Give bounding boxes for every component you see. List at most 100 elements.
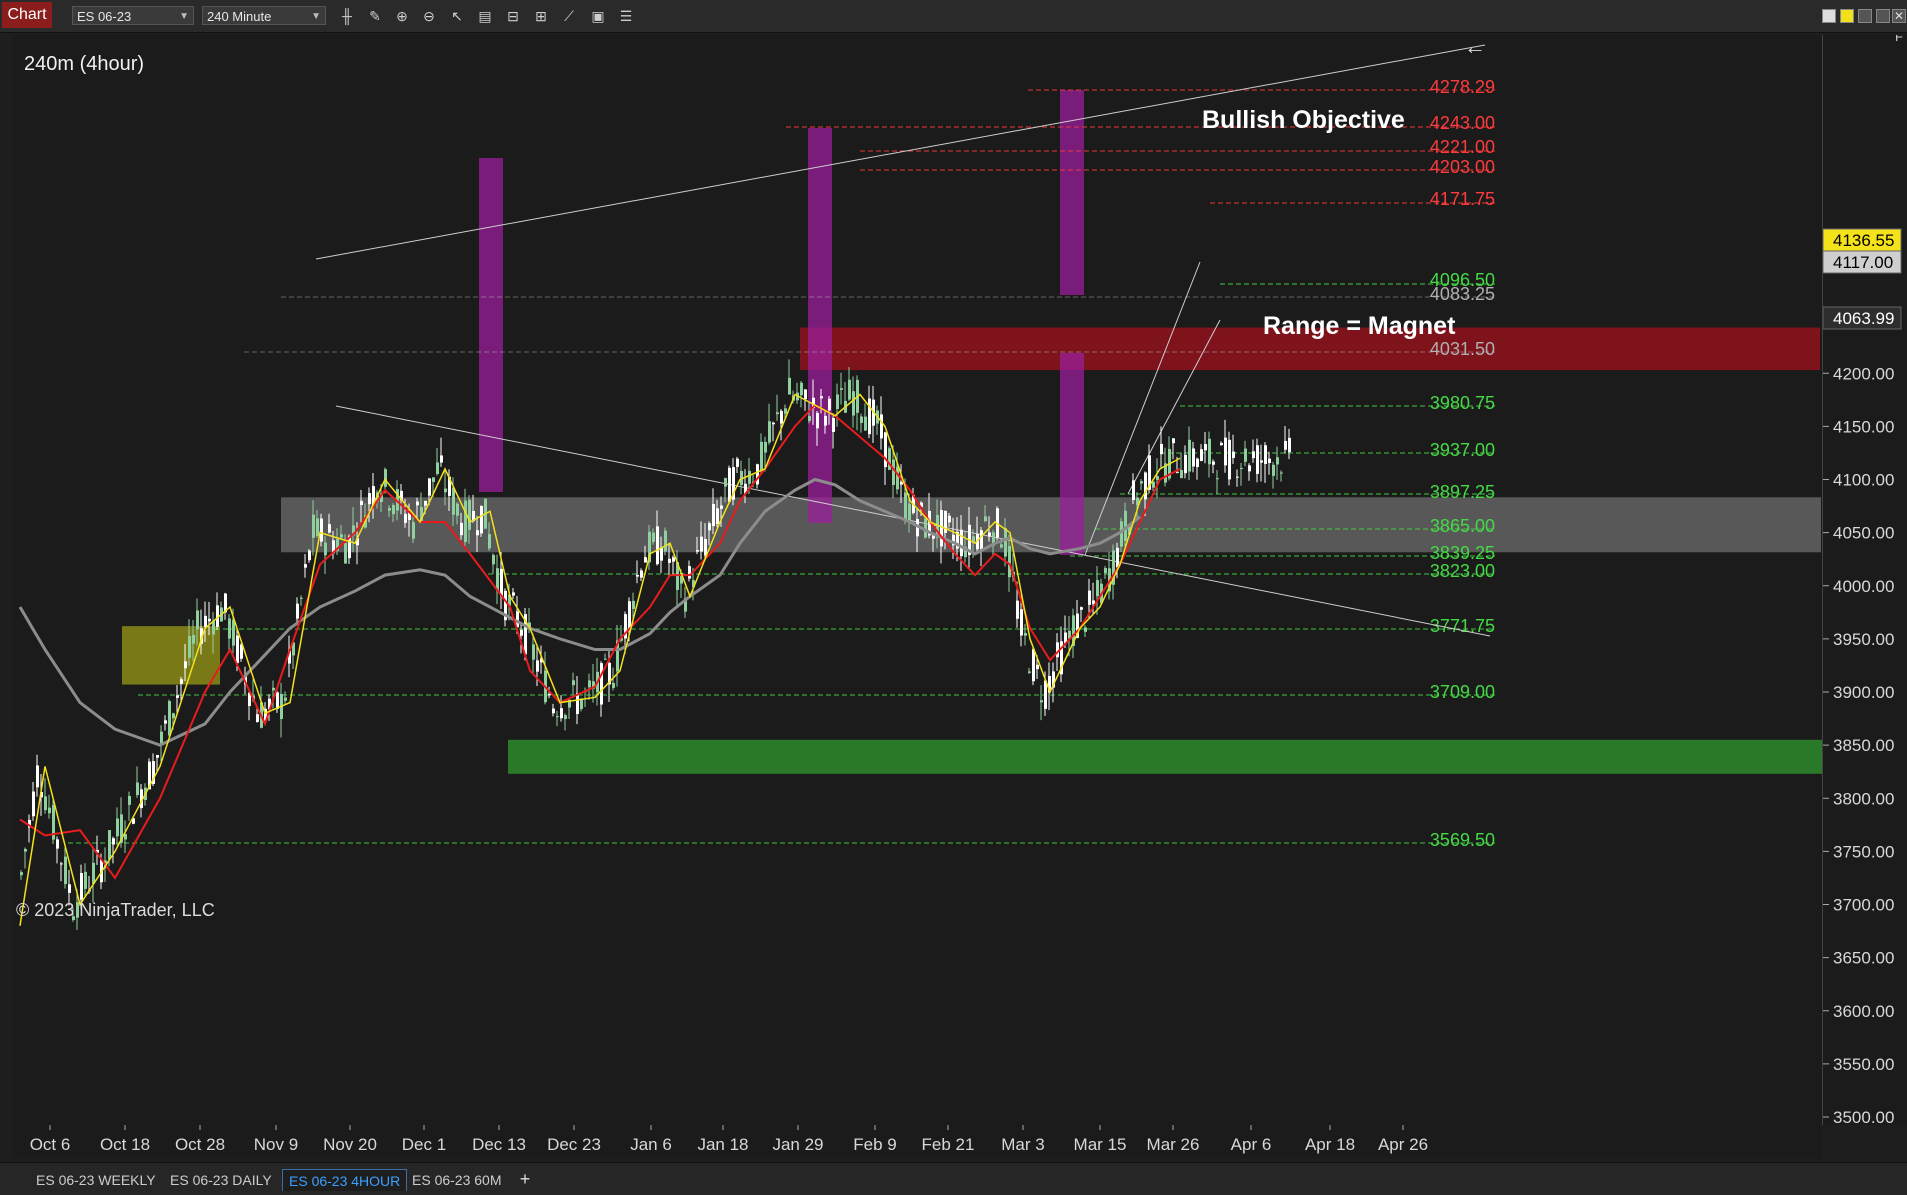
price-tick-label: 3900.00 — [1833, 683, 1894, 702]
candle-body — [64, 856, 67, 885]
arrow-left-icon: ← — [1464, 35, 1486, 59]
time-tick-label: Dec 13 — [472, 1135, 526, 1154]
candle-body — [276, 692, 279, 709]
properties-icon[interactable]: ⊟ — [504, 7, 522, 25]
candle-body — [416, 501, 419, 506]
price-tick-label: 3500.00 — [1833, 1108, 1894, 1125]
chart-plot-area[interactable]: 4278.29 4243.00 4221.00 4203.00 4171.75 4083.… — [12, 34, 1823, 1125]
candle-body — [316, 518, 319, 536]
time-tick-label: Mar 3 — [1001, 1135, 1044, 1154]
candle-body — [636, 574, 639, 577]
candle-body — [760, 441, 763, 472]
candle-body — [576, 693, 579, 715]
ema-fast-line — [19, 393, 1181, 926]
candle-body — [652, 532, 655, 542]
window-pin-icon[interactable] — [1822, 9, 1836, 23]
price-level-label: 3980.75 — [1430, 393, 1495, 413]
candle-body — [824, 415, 827, 426]
close-icon[interactable]: ✕ — [1892, 9, 1906, 23]
price-axis-labels: 4300.004250.004200.004150.004100.004050.… — [1822, 29, 1903, 1127]
candle-body — [748, 470, 751, 484]
candle-body — [128, 796, 131, 805]
time-axis[interactable]: Oct 6 Oct 18 Oct 28 Nov 9 Nov 20 Dec 1 Dec 13 D… — [12, 1125, 1822, 1159]
time-marker-bar — [1060, 353, 1084, 555]
candle-body — [720, 505, 723, 509]
add-tab-button[interactable]: + — [516, 1169, 534, 1191]
strategies-icon[interactable]: ⊞ — [532, 7, 550, 25]
link-color-icon[interactable] — [1840, 9, 1854, 23]
zoom-in-icon[interactable]: ⊕ — [393, 7, 411, 25]
interval-selector[interactable]: 240 Minute ▼ — [202, 6, 326, 25]
candle-body — [368, 493, 371, 505]
candle-body — [980, 530, 983, 551]
maximize-icon[interactable] — [1876, 9, 1890, 23]
candle-body — [156, 755, 159, 758]
candle-body — [312, 514, 315, 538]
pointer-icon[interactable]: ↖ — [448, 7, 466, 25]
candle-body — [360, 500, 363, 505]
candle-body — [892, 459, 895, 485]
candle-body — [816, 412, 819, 429]
data-box-icon[interactable]: ▤ — [476, 7, 494, 25]
candle-body — [1032, 649, 1035, 682]
candle-body — [1276, 457, 1279, 465]
price-tick-label: 4050.00 — [1833, 524, 1894, 543]
candle-body — [1080, 607, 1083, 610]
time-tick-label: Apr 26 — [1378, 1135, 1428, 1154]
candle-body — [112, 838, 115, 845]
time-tick-label: Jan 29 — [772, 1135, 823, 1154]
draw-tool-icon[interactable]: ✎ — [366, 7, 384, 25]
candle-body — [228, 618, 231, 639]
chart-toolbar: Chart ES 06-23 ▼ 240 Minute ▼ ╫ ✎ ⊕ ⊖ ↖ … — [0, 0, 1907, 33]
price-level-label: 3839.25 — [1430, 543, 1495, 563]
candle-body — [1188, 439, 1191, 472]
list-icon[interactable]: ☰ — [617, 7, 635, 25]
upper-trendline — [315, 44, 1486, 260]
candle-body — [1132, 480, 1135, 500]
candle-body — [68, 884, 71, 893]
chart-window-tab[interactable]: Chart — [2, 2, 52, 28]
candle-body — [668, 558, 671, 563]
candle-body — [588, 680, 591, 688]
candle-body — [80, 873, 83, 900]
time-tick-label: Mar 15 — [1074, 1135, 1127, 1154]
candle-body — [452, 488, 455, 515]
candle-body — [196, 610, 199, 630]
candle-body — [708, 523, 711, 531]
candle-body — [1000, 544, 1003, 548]
tab-60m[interactable]: ES 06-23 60M — [406, 1169, 508, 1191]
candle-body — [340, 534, 343, 538]
minimize-icon[interactable] — [1858, 9, 1872, 23]
candle-body — [532, 644, 535, 660]
indicators-icon[interactable]: ⟋ — [560, 7, 578, 25]
instrument-value: ES 06-23 — [77, 9, 132, 24]
price-tick-label: 4000.00 — [1833, 577, 1894, 596]
candle-body — [868, 398, 871, 435]
candle-body — [1212, 461, 1215, 465]
instrument-selector[interactable]: ES 06-23 ▼ — [72, 6, 194, 25]
time-tick-label: Feb 9 — [853, 1135, 896, 1154]
candle-body — [1264, 445, 1267, 465]
candle-body — [180, 679, 183, 684]
zoom-out-icon[interactable]: ⊖ — [420, 7, 438, 25]
candle-body — [696, 550, 699, 552]
candle-body — [1272, 464, 1275, 476]
tab-weekly[interactable]: ES 06-23 WEEKLY — [30, 1169, 162, 1191]
candle-body — [296, 603, 299, 619]
candle-body — [520, 629, 523, 636]
bullish-objective-label: Bullish Objective — [1202, 106, 1405, 134]
candle-body — [272, 687, 275, 691]
candle-body — [384, 469, 387, 487]
template-icon[interactable]: ▣ — [589, 7, 607, 25]
candle-body — [536, 660, 539, 672]
tab-daily[interactable]: ES 06-23 DAILY — [164, 1169, 278, 1191]
candle-body — [1216, 478, 1219, 480]
bar-type-icon[interactable]: ╫ — [338, 7, 356, 25]
tab-4hour[interactable]: ES 06-23 4HOUR — [282, 1169, 408, 1191]
price-axis[interactable]: 4300.004250.004200.004150.004100.004050.… — [1822, 29, 1907, 1127]
candle-body — [1232, 451, 1235, 458]
candle-body — [1248, 465, 1251, 472]
candle-body — [656, 526, 659, 565]
candle-body — [188, 636, 191, 658]
candle-body — [896, 466, 899, 490]
